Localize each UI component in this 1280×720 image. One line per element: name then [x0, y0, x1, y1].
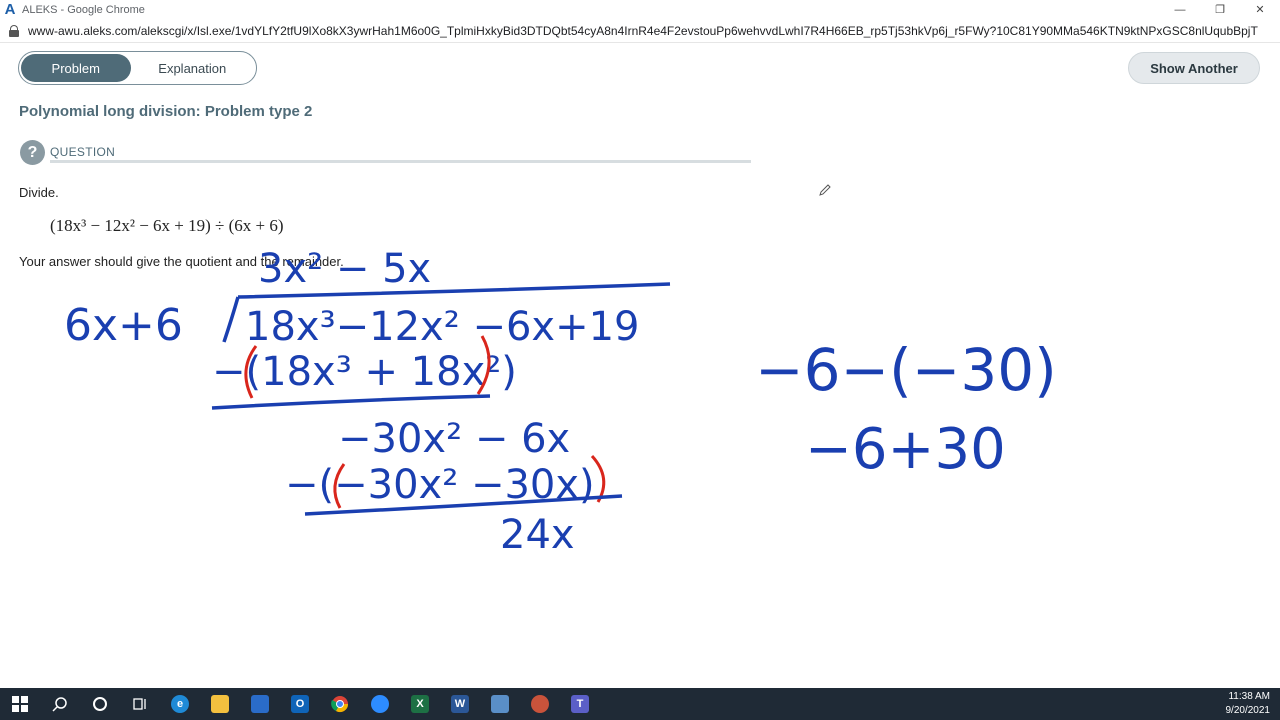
clock-date: 9/20/2021: [1225, 705, 1271, 716]
chrome-icon[interactable]: [320, 688, 360, 720]
red-paren-right-2: [590, 454, 606, 503]
red-paren-right-1: [476, 335, 491, 395]
task-view-icon[interactable]: [120, 688, 160, 720]
browser-title-bar: A ALEKS - Google Chrome — ❐ ✕: [0, 0, 1280, 19]
division-bracket: [222, 296, 240, 343]
step2-subtraction: −(−30x² −30x): [285, 462, 595, 508]
problem-title: Polynomial long division: Problem type 2: [19, 103, 313, 120]
question-divider: [50, 160, 751, 163]
step1-subtraction: −(18x³ + 18x²): [212, 349, 517, 395]
show-another-button[interactable]: Show Another: [1128, 52, 1260, 84]
question-help-icon[interactable]: ?: [20, 140, 45, 165]
step1-result: −30x² − 6x: [338, 416, 570, 462]
cortana-icon[interactable]: [80, 688, 120, 720]
quotient-text: 3x² − 5x: [258, 246, 431, 292]
minimize-button[interactable]: —: [1160, 0, 1200, 19]
window-controls: — ❐ ✕: [1160, 0, 1280, 19]
url-text[interactable]: www-awu.aleks.com/alekscgi/x/Isl.exe/1vd…: [28, 24, 1258, 38]
screen: A ALEKS - Google Chrome — ❐ ✕ www-awu.al…: [0, 0, 1280, 720]
store-icon[interactable]: [240, 688, 280, 720]
division-bar-line: [237, 282, 671, 299]
windows-taskbar: e O X W T: [0, 688, 1280, 720]
divisor-text: 6x+6: [64, 300, 183, 351]
tab-problem[interactable]: Problem: [21, 54, 131, 82]
red-paren-left-2: [333, 463, 346, 509]
dividend-text: 18x³−12x² −6x+19: [245, 304, 640, 350]
close-button[interactable]: ✕: [1240, 0, 1280, 19]
division-expression: (18x³ − 12x² − 6x + 19) ÷ (6x + 6): [50, 216, 284, 235]
underline-1: [211, 394, 491, 410]
outlook-icon[interactable]: O: [280, 688, 320, 720]
maximize-button[interactable]: ❐: [1200, 0, 1240, 19]
side-work-line1: −6−(−30): [755, 336, 1057, 404]
question-label: QUESTION: [50, 145, 116, 159]
teams-icon[interactable]: T: [560, 688, 600, 720]
snipping-icon[interactable]: [520, 688, 560, 720]
word-icon[interactable]: W: [440, 688, 480, 720]
problem-explanation-toggle: Problem Explanation: [18, 51, 257, 85]
window-title: ALEKS - Google Chrome: [22, 3, 145, 16]
lock-icon: [8, 24, 20, 37]
instruction-text: Divide.: [19, 185, 59, 200]
side-work-line2: −6+30: [805, 417, 1006, 482]
pencil-cursor-icon: [819, 184, 831, 196]
zoom-icon[interactable]: [360, 688, 400, 720]
address-bar[interactable]: www-awu.aleks.com/alekscgi/x/Isl.exe/1vd…: [0, 19, 1280, 43]
tab-explanation[interactable]: Explanation: [131, 54, 254, 82]
edge-icon[interactable]: e: [160, 688, 200, 720]
underline-2: [304, 494, 623, 516]
taskbar-clock[interactable]: 11:38 AM 9/20/2021: [1226, 688, 1271, 720]
search-icon[interactable]: [40, 688, 80, 720]
red-paren-left-1: [244, 345, 258, 399]
onenote-icon[interactable]: [480, 688, 520, 720]
excel-icon[interactable]: X: [400, 688, 440, 720]
step2-result: 24x: [500, 512, 575, 558]
aleks-logo-icon: A: [4, 1, 16, 18]
answer-note: Your answer should give the quotient and…: [19, 254, 344, 269]
clock-time: 11:38 AM: [1228, 691, 1270, 702]
windows-start-icon[interactable]: [0, 688, 40, 720]
file-explorer-icon[interactable]: [200, 688, 240, 720]
